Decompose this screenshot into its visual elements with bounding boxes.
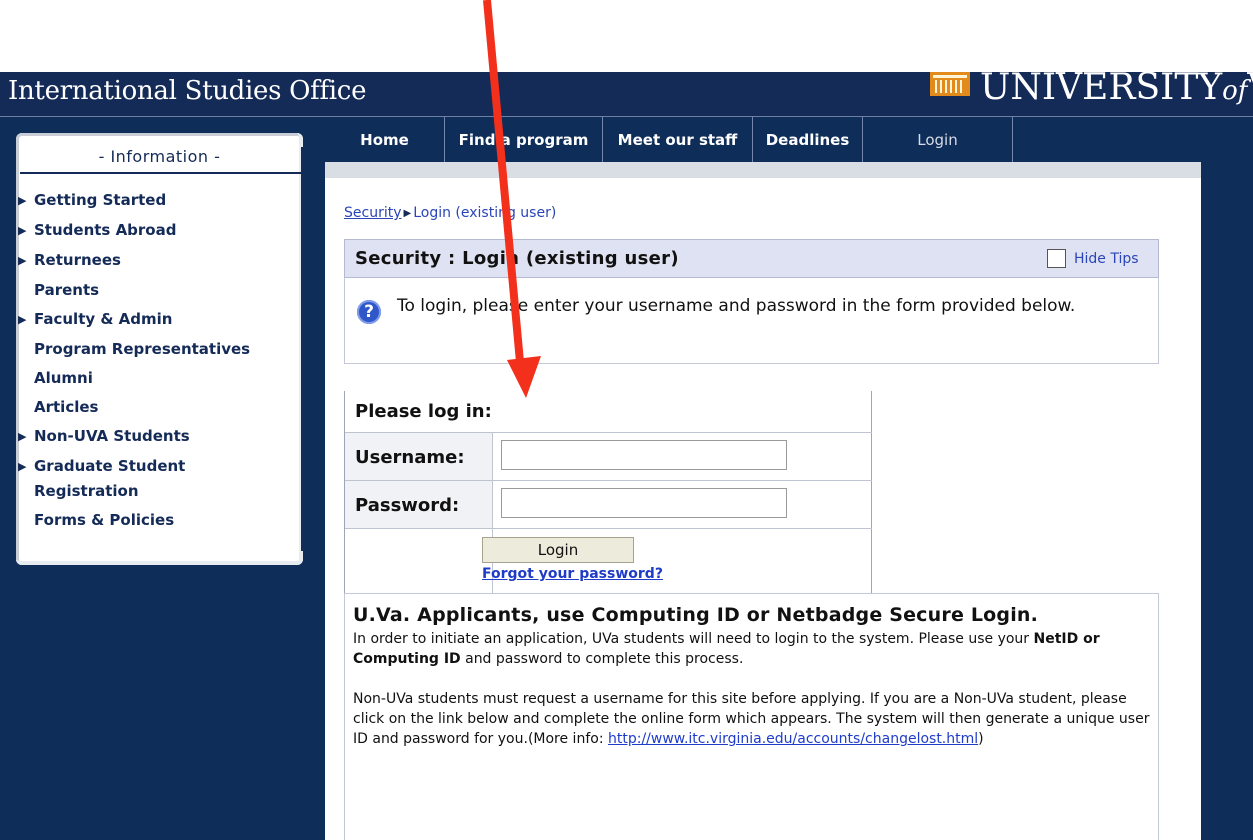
university-name: UNIVERSITYofVI <box>980 66 1253 108</box>
hide-tips-checkbox[interactable] <box>1047 249 1066 268</box>
sidebar-heading: - Information - <box>98 147 221 166</box>
breadcrumb-current: Login (existing user) <box>413 205 557 221</box>
sidebar-item-alumni[interactable]: Alumni <box>18 369 93 387</box>
content-top-bar <box>325 162 1201 178</box>
help-question-icon: ? <box>357 300 381 324</box>
info-paragraph-uva: In order to initiate an application, UVa… <box>353 631 1100 667</box>
info-paragraph-non-uva: Non-UVa students must request a username… <box>353 691 1150 747</box>
password-input[interactable] <box>501 488 787 518</box>
sidebar-item-forms-policies[interactable]: Forms & Policies <box>18 511 174 529</box>
sidebar-item-faculty-admin[interactable]: ▶ Faculty & Admin <box>18 310 172 328</box>
username-label: Username: <box>355 447 465 468</box>
login-button[interactable]: Login <box>482 537 634 563</box>
office-title: International Studies Office <box>8 76 367 106</box>
site-header: International Studies Office UNIVERSITYo… <box>0 67 1253 117</box>
rotunda-icon <box>930 72 970 96</box>
info-box: U.Va. Applicants, use Computing ID or Ne… <box>344 593 1159 840</box>
sidebar-item-returnees[interactable]: ▶ Returnees <box>18 251 121 269</box>
login-heading: Please log in: <box>355 401 492 422</box>
main-nav-tabs: Home Find a program Meet our staff Deadl… <box>325 117 1013 162</box>
hide-tips-label[interactable]: Hide Tips <box>1074 251 1139 267</box>
info-title: U.Va. Applicants, use Computing ID or Ne… <box>353 604 1039 626</box>
section-header: Security : Login (existing user) <box>344 239 1057 278</box>
tab-login[interactable]: Login <box>863 117 1013 162</box>
sidebar-divider <box>20 172 302 174</box>
caret-right-icon: ▶ <box>18 313 27 326</box>
caret-right-icon: ▶ <box>18 224 27 237</box>
tab-find-a-program[interactable]: Find a program <box>445 117 603 162</box>
tab-deadlines[interactable]: Deadlines <box>753 117 863 162</box>
sidebar-item-non-uva-students[interactable]: ▶ Non-UVA Students <box>18 427 190 445</box>
sidebar-item-students-abroad[interactable]: ▶ Students Abroad <box>18 221 176 239</box>
caret-right-icon: ▶ <box>18 430 27 443</box>
sidebar-item-program-representatives[interactable]: Program Representatives <box>18 340 250 358</box>
itc-accounts-link[interactable]: http://www.itc.virginia.edu/accounts/cha… <box>608 731 978 747</box>
top-whitespace <box>0 0 1253 72</box>
forgot-password-link[interactable]: Forgot your password? <box>482 566 663 582</box>
tab-home[interactable]: Home <box>325 117 445 162</box>
tab-meet-our-staff[interactable]: Meet our staff <box>603 117 753 162</box>
tip-text: To login, please enter your username and… <box>397 296 1076 316</box>
caret-right-icon: ▶ <box>18 460 27 473</box>
caret-right-icon: ▶ <box>18 194 27 207</box>
sidebar-vertical-rule <box>301 147 303 551</box>
hide-tips-toggle[interactable]: Hide Tips <box>1037 239 1159 278</box>
sidebar-item-graduate-student[interactable]: ▶ Graduate Student <box>18 457 185 475</box>
page-title: Security : Login (existing user) <box>355 248 679 269</box>
university-logo[interactable]: UNIVERSITYofVI <box>930 67 1253 116</box>
sidebar-item-articles[interactable]: Articles <box>18 398 98 416</box>
password-label: Password: <box>355 495 460 516</box>
breadcrumb-security-link[interactable]: Security <box>344 205 402 221</box>
username-input[interactable] <box>501 440 787 470</box>
sidebar-item-getting-started[interactable]: ▶ Getting Started <box>18 191 166 209</box>
sidebar-item-parents[interactable]: Parents <box>18 281 99 299</box>
sidebar-item-registration[interactable]: Registration <box>18 482 139 500</box>
tip-box: ? To login, please enter your username a… <box>344 278 1159 364</box>
breadcrumb: Security ▶ Login (existing user) <box>344 205 556 221</box>
caret-right-icon: ▶ <box>18 254 27 267</box>
caret-right-icon: ▶ <box>403 208 412 219</box>
main-content: Security ▶ Login (existing user) Security … <box>325 178 1201 840</box>
